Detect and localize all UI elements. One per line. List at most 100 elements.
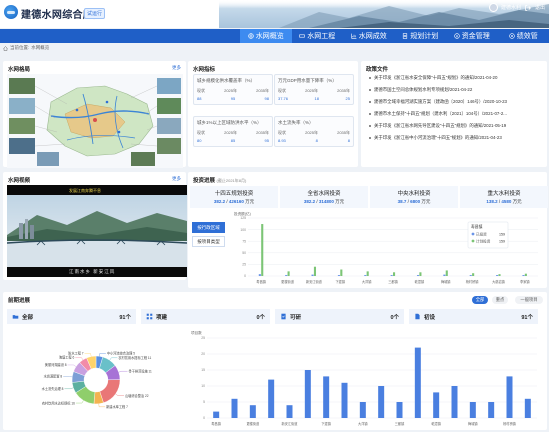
doc-icon: [403, 33, 408, 39]
policy-link[interactable]: 建德市全域幸福河湖实施方案（建政函〔2020〕146号）/2020-10-23: [374, 99, 507, 105]
breadcrumb-current[interactable]: 水网概览: [31, 45, 49, 51]
tab-funds[interactable]: 资金管理: [446, 29, 498, 43]
policy-link[interactable]: 建德市国土空间总体规划水利专项规划/2021-04-22: [374, 87, 472, 93]
stat-card-preliminary[interactable]: 初设 91个: [409, 309, 538, 324]
legend-label: 计划投资: [476, 238, 491, 243]
tab-label: 资金管理: [461, 33, 490, 40]
bar: [496, 275, 499, 276]
policy-item[interactable]: 建德市国土空间总体规划水利专项规划/2021-04-22: [369, 87, 537, 93]
value: 8.93: [278, 138, 286, 143]
pie-label: 水资源配置 8: [44, 374, 63, 379]
user-name[interactable]: 建德水利: [501, 4, 521, 11]
bar: [311, 274, 314, 276]
bar: [524, 398, 531, 418]
water-map-panel: 水网格局 更多: [3, 61, 186, 168]
policy-item[interactable]: 关于印发《浙江省水网先导区建设"十四五"规划》的通知/2021-05-19: [369, 123, 537, 129]
policy-item[interactable]: 关于印发《浙江省中小河流治理"十四五"规划》的通知/2021-04-23: [369, 135, 537, 141]
more-link[interactable]: 更多: [172, 176, 181, 182]
tab-effectiveness[interactable]: 水网成效: [343, 29, 395, 43]
pie-label: 防水工程 7: [68, 351, 84, 356]
stat-card-proposal[interactable]: 项建 0个: [141, 309, 270, 324]
tab-performance[interactable]: 绩效管: [498, 29, 549, 43]
tab-label: 水网概览: [255, 33, 284, 40]
bar: [445, 270, 448, 276]
stat-label: 全部: [22, 314, 34, 321]
tab-engineering[interactable]: 水网工程: [292, 29, 344, 43]
bar: [366, 271, 369, 276]
stat-card-feasibility[interactable]: 可研 0个: [275, 309, 404, 324]
logout-icon[interactable]: [524, 4, 532, 12]
app-logo: [4, 5, 18, 19]
doc-check-icon: [281, 313, 286, 320]
more-link[interactable]: 更多: [172, 65, 181, 71]
investment-name: 全省水网投资: [307, 191, 341, 197]
bar: [522, 275, 525, 276]
by-type-button[interactable]: 按项目类型: [192, 236, 225, 247]
x-tick-label: 杨村桥镇: [503, 421, 517, 426]
bar: [469, 402, 476, 418]
investment-card[interactable]: 中央水利投资 38.7 / 6800 万元: [370, 186, 458, 208]
bar: [451, 386, 458, 418]
pie-label: 农村饮用水达标提标 16: [42, 400, 75, 405]
indicator-card[interactable]: 水土流失率（%） 现状 2025年 2035年 8.93 8 8: [274, 116, 354, 147]
water-network-map[interactable]: [7, 74, 183, 168]
y-tick-label: 5: [203, 400, 205, 404]
policy-item[interactable]: 建德市全域幸福河湖实施方案（建政函〔2020〕146号）/2020-10-23: [369, 99, 537, 105]
indicator-card[interactable]: 城乡1%以上区域防洪水平（%） 现状 2025年 2035年 80 85 95: [193, 116, 273, 147]
policy-item[interactable]: 建德市水土保持"十四五"规划（建水利〔2021〕104号）/2021-07-2.…: [369, 111, 537, 117]
tab-all[interactable]: 全部: [472, 296, 488, 304]
globe-icon: [248, 33, 254, 39]
policy-link[interactable]: 建德市水土保持"十四五"规划（建水利〔2021〕104号）/2021-07-2.…: [374, 111, 507, 117]
bar: [488, 402, 495, 418]
project-type-pie-chart[interactable]: 中小河流综合治理 5农村饮用水提标工程 11 骨干排涝设施 11 山塘综合整治 22…: [7, 328, 185, 428]
x-tick-label: 新安江街道: [282, 421, 299, 426]
tab-label: 规划计划: [410, 33, 439, 40]
investment-bar-chart[interactable]: 投资额(亿)0255075100125寿昌镇 更楼街道 新安江街道 下涯镇 大洋镇 三都镇…: [232, 210, 544, 286]
investment-card[interactable]: 十四五规划投资 382.2 / 426160 万元: [190, 186, 278, 208]
tab-key[interactable]: 重点: [492, 296, 508, 304]
policy-link[interactable]: 关于印发《浙江省水安全保障"十四五"规划》的通知/2021-04-20: [374, 75, 497, 81]
x-tick-label: 寿昌镇: [211, 421, 221, 426]
indicator-card[interactable]: 城乡规模化供水覆盖率（%） 现状 2025年 2035年 88 95 98: [193, 74, 273, 105]
bar: [498, 274, 501, 276]
bullet: [369, 77, 371, 79]
tab-planning[interactable]: 规划计划: [395, 29, 447, 43]
col-label: 2025年: [305, 130, 318, 135]
unit: 万元: [335, 199, 345, 204]
tab-general[interactable]: 一般项目: [515, 296, 543, 304]
total-value: 6800: [410, 199, 421, 204]
y-tick-label: 125: [240, 216, 246, 220]
logout-link[interactable]: 退出: [535, 4, 545, 11]
stat-card-all[interactable]: 全部 91个: [7, 309, 136, 324]
policy-item[interactable]: 关于印发《浙江省水安全保障"十四五"规划》的通知/2021-04-20: [369, 75, 537, 81]
policy-link[interactable]: 关于印发《浙江省中小河流治理"十四五"规划》的通知/2021-04-23: [374, 135, 502, 141]
col-label: 现状: [197, 88, 205, 93]
video-player[interactable]: [7, 185, 187, 277]
y-tick-label: 10: [201, 384, 205, 388]
indicator-name: 万元GDP用水量下降率（%）: [278, 78, 337, 83]
x-tick-label: 大慈岩镇: [492, 279, 506, 284]
col-label: 2035年: [256, 130, 269, 135]
x-tick-label: 乾潭镇: [415, 279, 425, 284]
unit: 万元: [512, 199, 522, 204]
panel-title: 水网格局: [8, 67, 31, 73]
indicator-card[interactable]: 万元GDP用水量下降率（%） 现状 2025年 2035年 37.76 18 2…: [274, 74, 354, 105]
breadcrumb: 当前位置: 水网概览: [3, 45, 49, 51]
investment-card[interactable]: 重大水利投资 138.2 / 4580 万元: [460, 186, 548, 208]
policy-link[interactable]: 关于印发《浙江省水网先导区建设"十四五"规划》的通知/2021-05-19: [374, 123, 506, 129]
legend-label: 已投资: [476, 231, 487, 236]
y-tick-label: 25: [242, 263, 246, 267]
pipe-icon: [299, 34, 305, 38]
bar: [414, 347, 421, 418]
y-tick-label: 25: [201, 336, 205, 340]
tab-overview[interactable]: 水网概览: [240, 29, 292, 43]
investment-card[interactable]: 全省水网投资 382.2 / 314800 万元: [280, 186, 368, 208]
project-count-bar-chart[interactable]: 项目数 0 5 10 15 20 25 寿昌镇 更楼街道 新安江街道 下涯镇 大洋镇 三都镇 乾潭镇 梅城镇…: [189, 328, 543, 428]
x-tick-label: 乾潭镇: [431, 421, 441, 426]
by-region-button[interactable]: 按行政区域: [192, 222, 225, 233]
bar: [443, 274, 446, 276]
bar: [287, 271, 290, 276]
total-value: 314800: [318, 199, 334, 204]
user-avatar[interactable]: [488, 3, 498, 12]
bar: [378, 386, 385, 418]
